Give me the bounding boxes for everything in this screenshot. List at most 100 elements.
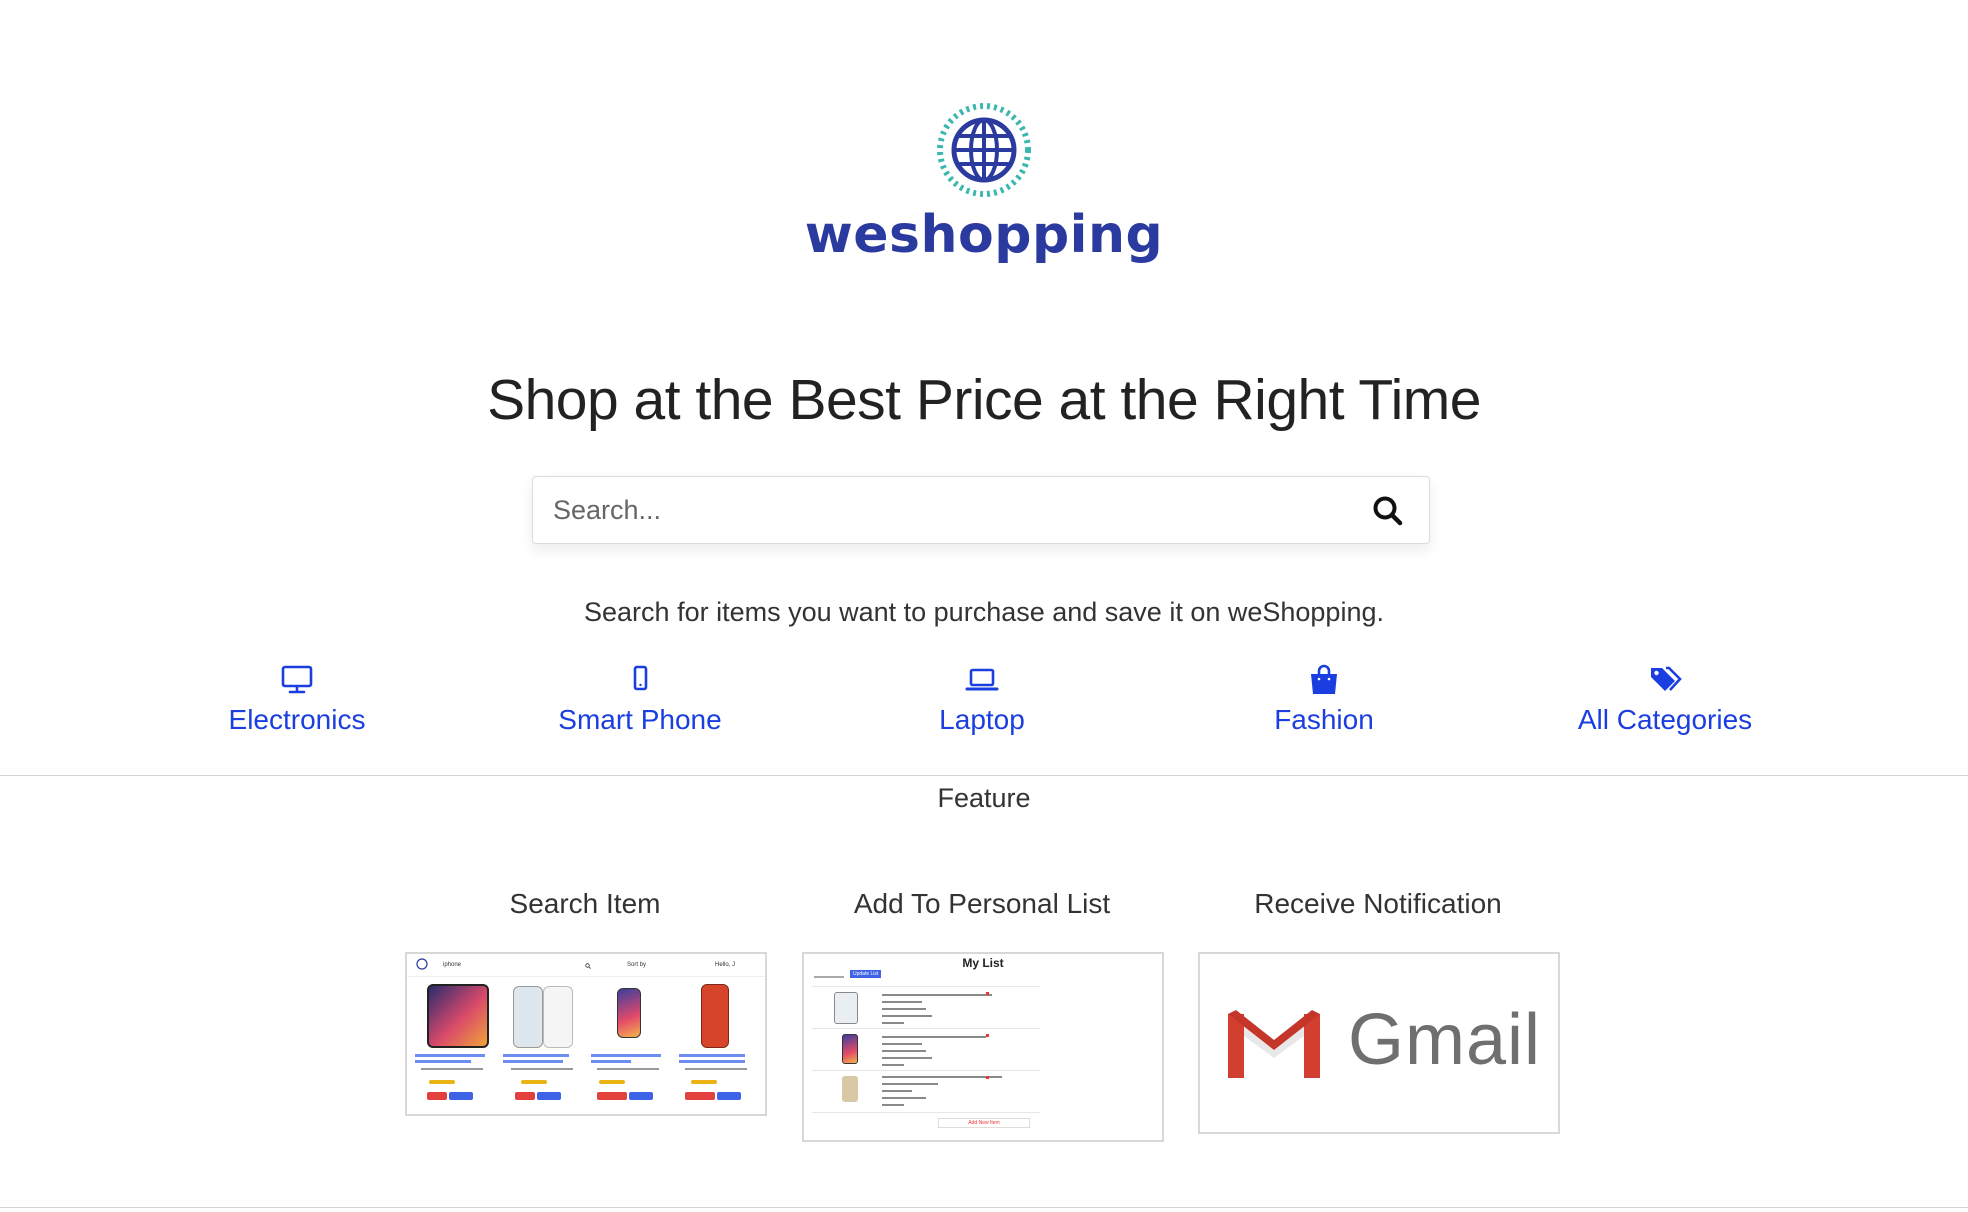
preview-remove-button bbox=[597, 1092, 627, 1100]
shopping-bag-icon bbox=[1311, 664, 1337, 694]
laptop-icon bbox=[965, 668, 999, 691]
preview-item-text bbox=[882, 1097, 926, 1099]
preview-row-divider bbox=[812, 1028, 1040, 1029]
feature-title: Search Item bbox=[509, 888, 661, 919]
preview-price bbox=[421, 1068, 483, 1070]
section-divider bbox=[0, 775, 1968, 776]
footer-divider bbox=[0, 1207, 1968, 1208]
gmail-wordmark: Gmail bbox=[1348, 1000, 1542, 1080]
preview-stars bbox=[691, 1080, 717, 1084]
preview-product-card bbox=[591, 984, 671, 1108]
feature-title: Receive Notification bbox=[1254, 888, 1502, 919]
preview-details-button bbox=[717, 1092, 741, 1100]
preview-link bbox=[503, 1054, 569, 1057]
phone-image bbox=[842, 1034, 858, 1064]
category-label: Fashion bbox=[1274, 704, 1374, 735]
preview-search-query: iphone bbox=[443, 962, 462, 968]
preview-add-new-item: Add New Item bbox=[938, 1118, 1030, 1128]
preview-stars bbox=[521, 1080, 547, 1084]
feature-title: Add To Personal List bbox=[853, 888, 1111, 919]
search-tagline: Search for items you want to purchase an… bbox=[584, 597, 1384, 627]
phone-image bbox=[617, 988, 641, 1038]
preview-list-title: My List bbox=[962, 956, 1004, 970]
preview-stars bbox=[429, 1080, 455, 1084]
preview-link bbox=[415, 1054, 485, 1057]
category-label: Laptop bbox=[939, 704, 1025, 735]
category-electronics[interactable]: Electronics bbox=[167, 664, 427, 738]
preview-product-card bbox=[679, 984, 759, 1108]
search-bar bbox=[532, 476, 1430, 544]
preview-item-text bbox=[882, 1036, 986, 1038]
preview-label bbox=[814, 976, 844, 978]
mobile-phone-icon bbox=[633, 665, 648, 691]
preview-details-button bbox=[449, 1092, 473, 1100]
preview-price bbox=[511, 1068, 573, 1070]
phone-image bbox=[834, 992, 858, 1024]
globe-logo-icon bbox=[937, 103, 1031, 197]
brand-logo[interactable]: weshopping bbox=[0, 100, 1968, 270]
product-image bbox=[842, 1076, 858, 1102]
category-label: All Categories bbox=[1577, 704, 1753, 735]
preview-item-text bbox=[882, 1090, 912, 1092]
preview-price bbox=[597, 1068, 659, 1070]
phone-image bbox=[543, 986, 573, 1048]
remove-item-icon bbox=[986, 1034, 989, 1037]
category-fashion[interactable]: Fashion bbox=[1194, 664, 1454, 738]
preview-add-button bbox=[427, 1092, 447, 1100]
preview-item-text bbox=[882, 994, 992, 996]
preview-item-text bbox=[882, 1083, 938, 1085]
preview-item-text bbox=[882, 1043, 922, 1045]
preview-update-button: Update List bbox=[850, 970, 882, 978]
preview-item-text bbox=[882, 1008, 926, 1010]
preview-item-text bbox=[882, 1076, 1002, 1078]
preview-link bbox=[415, 1060, 471, 1063]
category-label: Electronics bbox=[228, 704, 366, 735]
preview-details-button bbox=[537, 1092, 561, 1100]
phone-image bbox=[427, 984, 489, 1048]
preview-item-text bbox=[882, 1022, 904, 1024]
category-nav: Electronics Smart Phone Laptop Fashion A… bbox=[0, 664, 1968, 744]
desktop-monitor-icon bbox=[281, 665, 313, 694]
preview-link bbox=[679, 1054, 745, 1057]
remove-item-icon bbox=[986, 992, 989, 995]
category-smart-phone[interactable]: Smart Phone bbox=[510, 664, 770, 738]
tags-icon bbox=[1651, 666, 1682, 691]
preview-stars bbox=[599, 1080, 625, 1084]
gmail-envelope-icon bbox=[1228, 1010, 1320, 1078]
preview-item-text bbox=[882, 1104, 904, 1106]
preview-price bbox=[685, 1068, 747, 1070]
category-all[interactable]: All Categories bbox=[1535, 664, 1795, 738]
preview-user-label: Hello, J bbox=[715, 962, 736, 968]
search-item-preview: iphone Sort by Hello, J bbox=[405, 952, 767, 1116]
page-headline: Shop at the Best Price at the Right Time bbox=[487, 368, 1481, 432]
brand-wordmark: weshopping bbox=[804, 205, 1164, 265]
preview-item-text bbox=[882, 1050, 926, 1052]
preview-link bbox=[679, 1060, 745, 1063]
preview-remove-button bbox=[685, 1092, 715, 1100]
preview-link bbox=[591, 1060, 631, 1063]
preview-sort-label: Sort by bbox=[627, 962, 647, 968]
search-input[interactable] bbox=[533, 477, 1353, 543]
phone-image bbox=[701, 984, 729, 1048]
phone-image bbox=[513, 986, 543, 1048]
category-label: Smart Phone bbox=[558, 704, 722, 735]
preview-item-text bbox=[882, 1015, 932, 1017]
globe-logo-icon bbox=[416, 958, 428, 970]
preview-row-divider bbox=[812, 1070, 1040, 1071]
search-icon[interactable] bbox=[1371, 494, 1405, 528]
preview-link bbox=[503, 1060, 563, 1063]
search-icon bbox=[585, 963, 591, 969]
preview-details-button bbox=[629, 1092, 653, 1100]
gmail-logo: Gmail bbox=[1200, 954, 1558, 1132]
preview-row-divider bbox=[812, 1112, 1040, 1113]
category-laptop[interactable]: Laptop bbox=[852, 664, 1112, 738]
preview-link bbox=[591, 1054, 661, 1057]
preview-add-button bbox=[515, 1092, 535, 1100]
personal-list-preview: My List Update List Add New Item bbox=[802, 952, 1164, 1142]
preview-item-text bbox=[882, 1001, 922, 1003]
feature-heading: Feature bbox=[937, 783, 1031, 813]
preview-product-card bbox=[503, 984, 583, 1108]
preview-item-text bbox=[882, 1057, 932, 1059]
gmail-notification-preview: Gmail bbox=[1198, 952, 1560, 1134]
preview-row-divider bbox=[812, 986, 1040, 987]
